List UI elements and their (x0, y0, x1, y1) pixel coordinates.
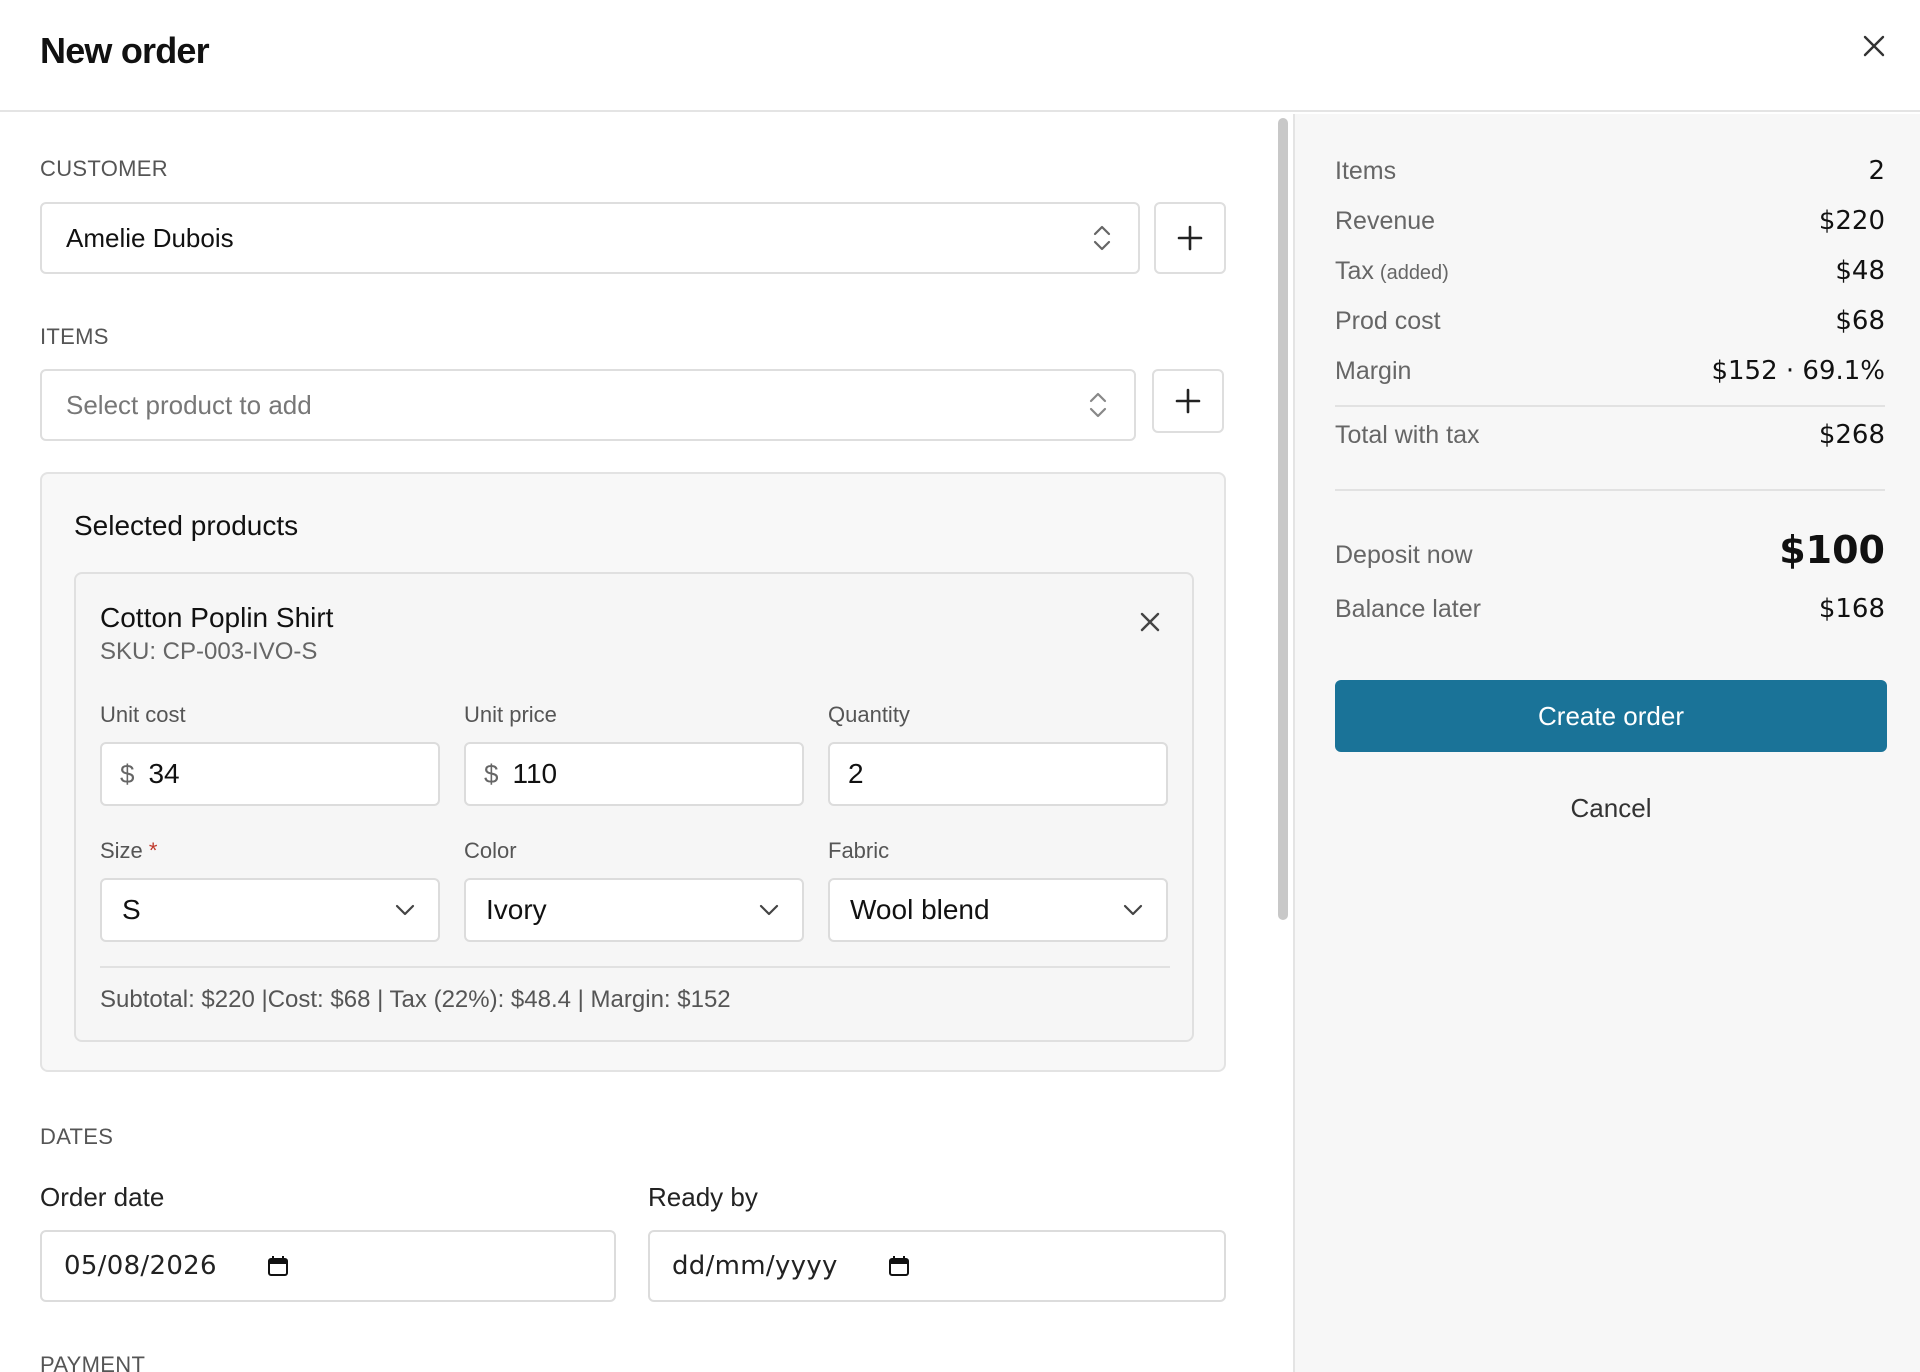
close-icon (1863, 35, 1885, 57)
tax-note: (added) (1379, 262, 1449, 284)
remove-product-button[interactable] (1132, 604, 1168, 640)
ready-by-input[interactable]: dd/mm/yyyy (648, 1230, 1226, 1302)
order-date-label: Order date (40, 1182, 165, 1212)
deposit-label: Deposit now (1335, 541, 1473, 569)
balance-value: $168 (1818, 594, 1885, 624)
unit-price-input[interactable]: $ 110 (464, 742, 804, 806)
tax-label: Tax (added) (1335, 257, 1449, 286)
product-card: Cotton Poplin Shirt SKU: CP-003-IVO-S Un… (74, 572, 1194, 1042)
currency-symbol: $ (484, 758, 499, 789)
cancel-button[interactable]: Cancel (1335, 786, 1887, 830)
product-select[interactable]: Select product to add (40, 369, 1136, 441)
prod-cost-label: Prod cost (1335, 307, 1441, 335)
add-customer-button[interactable] (1154, 202, 1226, 274)
updown-chevron-icon (1093, 225, 1111, 251)
quantity-value: 2 (848, 758, 864, 789)
fabric-value: Wool blend (850, 894, 990, 925)
summary-items-row: Items 2 (1335, 156, 1885, 186)
unit-cost-label: Unit cost (100, 702, 186, 727)
card-divider (100, 966, 1170, 968)
size-select[interactable]: S (100, 878, 440, 942)
summary-prod-cost-row: Prod cost $68 (1335, 306, 1885, 336)
revenue-value: $220 (1818, 206, 1885, 236)
summary-divider (1335, 405, 1885, 407)
summary-total-row: Total with tax $268 (1335, 420, 1885, 450)
order-date-input[interactable]: 05/08/2026 (40, 1230, 616, 1302)
balance-label: Balance later (1335, 595, 1481, 623)
product-summary: Subtotal: $220 |Cost: $68 | Tax (22%): $… (100, 986, 731, 1013)
margin-value: $152 · 69.1% (1711, 356, 1885, 386)
unit-price-value: 110 (512, 758, 558, 789)
order-summary-panel: Items 2 Revenue $220 Tax (added) $48 Prod… (1295, 114, 1920, 1372)
items-section-label: ITEMS (40, 324, 109, 349)
page-title: New order (40, 30, 210, 71)
ready-by-label: Ready by (648, 1182, 758, 1212)
product-sku: SKU: CP-003-IVO-S (100, 638, 318, 665)
fabric-select[interactable]: Wool blend (828, 878, 1168, 942)
product-name: Cotton Poplin Shirt (100, 602, 334, 633)
create-order-button[interactable]: Create order (1335, 680, 1887, 752)
order-date-value: 05/08/2026 (64, 1251, 217, 1281)
margin-label: Margin (1335, 357, 1412, 385)
product-select-placeholder: Select product to add (66, 389, 312, 420)
size-value: S (122, 894, 141, 925)
order-form: CUSTOMER Amelie Dubois ITEMS Select prod… (0, 114, 1294, 1372)
quantity-input[interactable]: 2 (828, 742, 1168, 806)
size-label: Size * (100, 838, 157, 864)
chevron-down-icon (1123, 904, 1143, 916)
selected-products-panel: Selected products Cotton Poplin Shirt SK… (40, 472, 1226, 1072)
summary-balance-row: Balance later $168 (1335, 594, 1885, 624)
unit-price-label: Unit price (464, 702, 557, 727)
payment-section-label: PAYMENT (40, 1352, 146, 1372)
total-label: Total with tax (1335, 421, 1480, 449)
ready-by-value: dd/mm/yyyy (672, 1251, 838, 1281)
deposit-value: $100 (1779, 528, 1885, 572)
selected-products-title: Selected products (74, 510, 299, 541)
summary-margin-row: Margin $152 · 69.1% (1335, 356, 1885, 386)
unit-cost-value: 34 (148, 758, 180, 789)
dates-section-label: DATES (40, 1124, 114, 1149)
color-label: Color (464, 838, 517, 863)
color-value: Ivory (486, 894, 547, 925)
calendar-icon[interactable] (888, 1255, 910, 1277)
customer-section-label: CUSTOMER (40, 156, 168, 181)
close-dialog-button[interactable] (1854, 26, 1894, 66)
chevron-down-icon (395, 904, 415, 916)
unit-cost-input[interactable]: $ 34 (100, 742, 440, 806)
total-value: $268 (1818, 420, 1885, 450)
scrollbar[interactable] (1278, 118, 1288, 920)
items-label: Items (1335, 157, 1397, 185)
tax-label-text: Tax (1335, 257, 1374, 285)
tax-value: $48 (1835, 256, 1885, 286)
revenue-label: Revenue (1335, 207, 1436, 235)
items-value: 2 (1868, 156, 1885, 186)
prod-cost-value: $68 (1835, 306, 1885, 336)
calendar-icon[interactable] (267, 1255, 289, 1277)
customer-selected-value: Amelie Dubois (66, 222, 234, 253)
summary-deposit-row: Deposit now $100 (1335, 528, 1885, 572)
customer-select[interactable]: Amelie Dubois (40, 202, 1140, 274)
close-icon (1140, 612, 1160, 632)
summary-revenue-row: Revenue $220 (1335, 206, 1885, 236)
add-product-button[interactable] (1152, 369, 1224, 433)
fabric-label: Fabric (828, 838, 890, 863)
summary-tax-row: Tax (added) $48 (1335, 256, 1885, 286)
chevron-down-icon (759, 904, 779, 916)
required-mark: * (148, 838, 158, 863)
plus-icon (1177, 225, 1203, 251)
size-label-text: Size (100, 838, 143, 863)
plus-icon (1175, 388, 1201, 414)
updown-chevron-icon (1089, 392, 1107, 418)
summary-divider (1335, 489, 1885, 491)
color-select[interactable]: Ivory (464, 878, 804, 942)
currency-symbol: $ (120, 758, 135, 789)
dialog-header: New order (0, 0, 1920, 112)
quantity-label: Quantity (828, 702, 910, 727)
